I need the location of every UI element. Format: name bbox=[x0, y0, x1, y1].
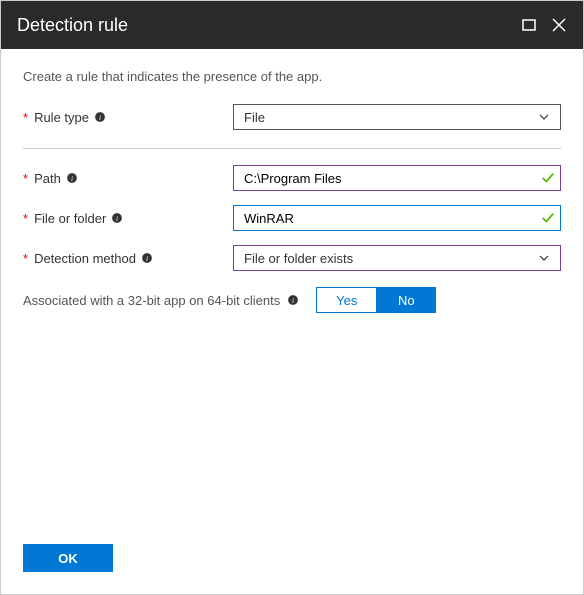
panel-footer: OK bbox=[1, 528, 583, 594]
rule-type-label: * Rule type i bbox=[23, 110, 233, 125]
svg-text:i: i bbox=[71, 174, 73, 183]
info-icon[interactable]: i bbox=[110, 211, 124, 225]
file-folder-control bbox=[233, 205, 561, 231]
detection-method-value: File or folder exists bbox=[244, 251, 353, 266]
detection-method-label-text: Detection method bbox=[34, 251, 136, 266]
path-label-text: Path bbox=[34, 171, 61, 186]
detection-method-select[interactable]: File or folder exists bbox=[233, 245, 561, 271]
info-icon[interactable]: i bbox=[93, 110, 107, 124]
path-control bbox=[233, 165, 561, 191]
path-label: * Path i bbox=[23, 171, 233, 186]
path-input[interactable] bbox=[233, 165, 561, 191]
divider bbox=[23, 148, 561, 149]
detection-method-control: File or folder exists bbox=[233, 245, 561, 271]
info-icon[interactable]: i bbox=[286, 293, 300, 307]
ok-button[interactable]: OK bbox=[23, 544, 113, 572]
svg-text:i: i bbox=[99, 113, 101, 122]
associated-32bit-row: Associated with a 32-bit app on 64-bit c… bbox=[23, 287, 561, 313]
toggle-no-button[interactable]: No bbox=[376, 287, 436, 313]
associated-32bit-toggle: Yes No bbox=[316, 287, 436, 313]
file-folder-label: * File or folder i bbox=[23, 211, 233, 226]
panel-title: Detection rule bbox=[17, 15, 128, 36]
file-folder-input[interactable] bbox=[233, 205, 561, 231]
check-icon bbox=[541, 211, 555, 225]
rule-type-control: File bbox=[233, 104, 561, 130]
info-icon[interactable]: i bbox=[140, 251, 154, 265]
detection-method-label: * Detection method i bbox=[23, 251, 233, 266]
required-asterisk: * bbox=[23, 251, 28, 266]
detection-rule-panel: Detection rule Create a rule that indica… bbox=[0, 0, 584, 595]
detection-method-row: * Detection method i File or folder exis… bbox=[23, 245, 561, 271]
svg-text:i: i bbox=[116, 214, 118, 223]
chevron-down-icon bbox=[538, 252, 550, 264]
rule-type-row: * Rule type i File bbox=[23, 104, 561, 130]
rule-type-label-text: Rule type bbox=[34, 110, 89, 125]
chevron-down-icon bbox=[538, 111, 550, 123]
panel-description: Create a rule that indicates the presenc… bbox=[23, 69, 561, 84]
toggle-yes-button[interactable]: Yes bbox=[316, 287, 376, 313]
rule-type-select[interactable]: File bbox=[233, 104, 561, 130]
file-folder-label-text: File or folder bbox=[34, 211, 106, 226]
associated-32bit-label: Associated with a 32-bit app on 64-bit c… bbox=[23, 293, 280, 308]
required-asterisk: * bbox=[23, 110, 28, 125]
close-icon[interactable] bbox=[551, 17, 567, 33]
svg-text:i: i bbox=[292, 296, 294, 305]
check-icon bbox=[541, 171, 555, 185]
path-row: * Path i bbox=[23, 165, 561, 191]
panel-header: Detection rule bbox=[1, 1, 583, 49]
required-asterisk: * bbox=[23, 211, 28, 226]
required-asterisk: * bbox=[23, 171, 28, 186]
header-controls bbox=[521, 17, 567, 33]
info-icon[interactable]: i bbox=[65, 171, 79, 185]
panel-content: Create a rule that indicates the presenc… bbox=[1, 49, 583, 528]
rule-type-value: File bbox=[244, 110, 265, 125]
maximize-icon[interactable] bbox=[521, 17, 537, 33]
file-folder-row: * File or folder i bbox=[23, 205, 561, 231]
svg-text:i: i bbox=[146, 254, 148, 263]
